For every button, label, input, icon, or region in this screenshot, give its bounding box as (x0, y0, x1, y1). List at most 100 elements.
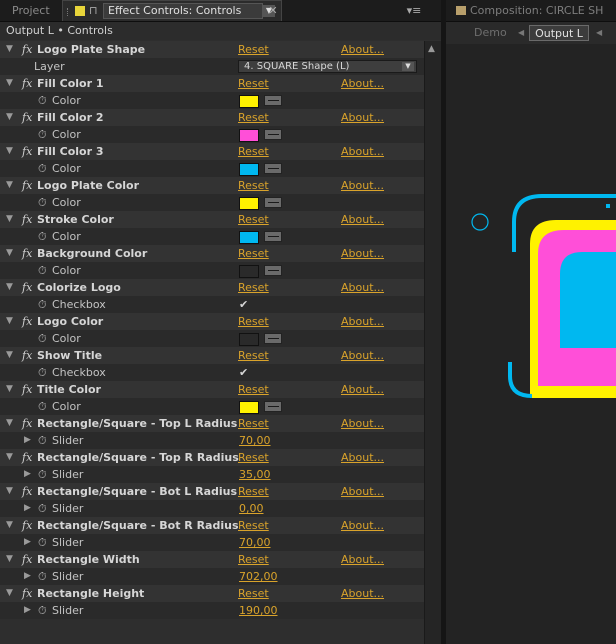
reset-link[interactable]: Reset (238, 279, 269, 296)
lock-icon[interactable]: ⊓ (89, 5, 98, 17)
stopwatch-icon[interactable]: ⏱ (38, 92, 47, 109)
stopwatch-icon[interactable]: ⏱ (38, 568, 47, 585)
disclosure-triangle-icon[interactable]: ▼ (6, 551, 16, 568)
eyedropper-icon[interactable] (264, 265, 282, 276)
disclosure-triangle-icon[interactable]: ▼ (6, 517, 16, 534)
effect-header-row[interactable]: ▼ fx Logo Plate Color Reset About... (0, 177, 424, 194)
disclosure-triangle-right-icon[interactable]: ▶ (24, 466, 34, 483)
about-link[interactable]: About... (341, 415, 384, 432)
reset-link[interactable]: Reset (238, 347, 269, 364)
color-swatch[interactable] (239, 163, 259, 176)
reset-link[interactable]: Reset (238, 415, 269, 432)
stopwatch-icon[interactable]: ⏱ (38, 466, 47, 483)
effect-controls-title[interactable]: Effect Controls: Controls (103, 3, 263, 19)
color-swatch[interactable] (239, 197, 259, 210)
disclosure-triangle-icon[interactable]: ▼ (6, 143, 16, 160)
effect-header-row[interactable]: ▼ fx Fill Color 2 Reset About... (0, 109, 424, 126)
effect-header-row[interactable]: ▼ fx Fill Color 1 Reset About... (0, 75, 424, 92)
reset-link[interactable]: Reset (238, 449, 269, 466)
effect-header-row[interactable]: ▼ fx Background Color Reset About... (0, 245, 424, 262)
fx-icon[interactable]: fx (22, 517, 32, 534)
scroll-up-icon[interactable]: ▲ (428, 44, 435, 54)
color-swatch[interactable] (239, 265, 259, 278)
disclosure-triangle-right-icon[interactable]: ▶ (24, 500, 34, 517)
fx-icon[interactable]: fx (22, 483, 32, 500)
disclosure-triangle-icon[interactable]: ▼ (6, 109, 16, 126)
stopwatch-icon[interactable]: ⏱ (38, 398, 47, 415)
about-link[interactable]: About... (341, 551, 384, 568)
reset-link[interactable]: Reset (238, 551, 269, 568)
close-icon[interactable]: ✕ (266, 0, 280, 21)
eyedropper-icon[interactable] (264, 129, 282, 140)
about-link[interactable]: About... (341, 143, 384, 160)
disclosure-triangle-icon[interactable]: ▼ (6, 313, 16, 330)
reset-link[interactable]: Reset (238, 143, 269, 160)
fx-icon[interactable]: fx (22, 279, 32, 296)
layer-select[interactable]: 4. SQUARE Shape (L) ▼ (238, 60, 417, 73)
comp-tab-output[interactable]: Output L (529, 25, 589, 41)
disclosure-triangle-icon[interactable]: ▼ (6, 211, 16, 228)
fx-icon[interactable]: fx (22, 245, 32, 262)
about-link[interactable]: About... (341, 347, 384, 364)
about-link[interactable]: About... (341, 483, 384, 500)
reset-link[interactable]: Reset (238, 313, 269, 330)
slider-value[interactable]: 190,00 (239, 602, 278, 619)
eyedropper-icon[interactable] (264, 333, 282, 344)
scrollbar[interactable]: ▲ (424, 41, 442, 644)
composition-viewer[interactable] (446, 44, 616, 644)
effect-header-row[interactable]: ▼ fx Title Color Reset About... (0, 381, 424, 398)
disclosure-triangle-right-icon[interactable]: ▶ (24, 432, 34, 449)
reset-link[interactable]: Reset (238, 75, 269, 92)
effect-header-row[interactable]: ▼ fx Rectangle/Square - Top L Radius Reset A… (0, 415, 424, 432)
about-link[interactable]: About... (341, 449, 384, 466)
fx-icon[interactable]: fx (22, 551, 32, 568)
reset-link[interactable]: Reset (238, 483, 269, 500)
reset-link[interactable]: Reset (238, 585, 269, 602)
eyedropper-icon[interactable] (264, 95, 282, 106)
effect-header-row[interactable]: ▼ fx Rectangle/Square - Bot L Radius Reset A… (0, 483, 424, 500)
disclosure-triangle-icon[interactable]: ▼ (6, 177, 16, 194)
tab-effect-controls[interactable]: ⊓ Effect Controls: Controls ▼ (62, 0, 282, 21)
effect-header-row[interactable]: ▼ fx Logo Color Reset About... (0, 313, 424, 330)
fx-icon[interactable]: fx (22, 313, 32, 330)
about-link[interactable]: About... (341, 41, 384, 58)
effect-header-row[interactable]: ▼ fx Rectangle/Square - Bot R Radius Reset A… (0, 517, 424, 534)
stopwatch-icon[interactable]: ⏱ (38, 500, 47, 517)
stopwatch-icon[interactable]: ⏱ (38, 364, 47, 381)
fx-icon[interactable]: fx (22, 211, 32, 228)
disclosure-triangle-icon[interactable]: ▼ (6, 41, 16, 58)
disclosure-triangle-icon[interactable]: ▼ (6, 585, 16, 602)
eyedropper-icon[interactable] (264, 197, 282, 208)
panel-grip-icon[interactable] (67, 8, 70, 16)
fx-icon[interactable]: fx (22, 109, 32, 126)
disclosure-triangle-icon[interactable]: ▼ (6, 245, 16, 262)
stopwatch-icon[interactable]: ⏱ (38, 602, 47, 619)
effect-header-row[interactable]: ▼ fx Stroke Color Reset About... (0, 211, 424, 228)
fx-icon[interactable]: fx (22, 41, 32, 58)
reset-link[interactable]: Reset (238, 109, 269, 126)
about-link[interactable]: About... (341, 75, 384, 92)
about-link[interactable]: About... (341, 313, 384, 330)
stopwatch-icon[interactable]: ⏱ (38, 296, 47, 313)
slider-value[interactable]: 0,00 (239, 500, 264, 517)
fx-icon[interactable]: fx (22, 415, 32, 432)
effect-header-row[interactable]: ▼ fx Fill Color 3 Reset About... (0, 143, 424, 160)
about-link[interactable]: About... (341, 177, 384, 194)
about-link[interactable]: About... (341, 585, 384, 602)
stopwatch-icon[interactable]: ⏱ (38, 126, 47, 143)
disclosure-triangle-right-icon[interactable]: ▶ (24, 534, 34, 551)
disclosure-triangle-icon[interactable]: ▼ (6, 483, 16, 500)
reset-link[interactable]: Reset (238, 177, 269, 194)
reset-link[interactable]: Reset (238, 211, 269, 228)
disclosure-triangle-icon[interactable]: ▼ (6, 279, 16, 296)
disclosure-triangle-icon[interactable]: ▼ (6, 347, 16, 364)
stopwatch-icon[interactable]: ⏱ (38, 534, 47, 551)
disclosure-triangle-right-icon[interactable]: ▶ (24, 602, 34, 619)
fx-icon[interactable]: fx (22, 143, 32, 160)
stopwatch-icon[interactable]: ⏱ (38, 262, 47, 279)
effect-header-row[interactable]: ▼ fx Rectangle Height Reset About... (0, 585, 424, 602)
color-swatch[interactable] (239, 333, 259, 346)
checkbox[interactable]: ✔ (239, 364, 248, 381)
reset-link[interactable]: Reset (238, 517, 269, 534)
effect-header-row[interactable]: ▼ fx Show Title Reset About... (0, 347, 424, 364)
